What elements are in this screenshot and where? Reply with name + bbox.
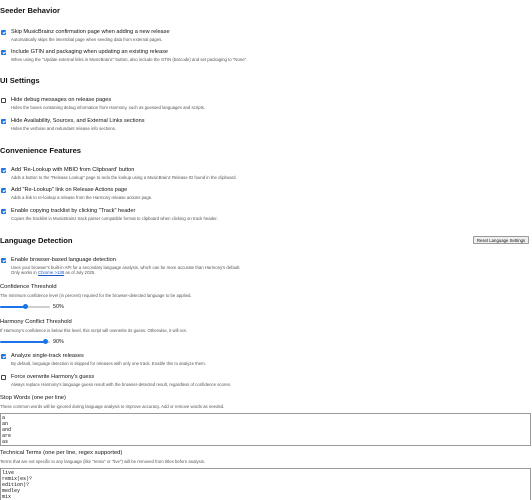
technical-terms-description: Terms that are not specific to any langu… (0, 459, 206, 464)
slider-thumb[interactable] (42, 338, 48, 344)
checkbox[interactable] (1, 168, 6, 173)
reset-language-settings-button[interactable]: Reset Language Settings (473, 236, 529, 244)
option-description: By default, language detection is skippe… (11, 361, 206, 366)
conflict-threshold-value: 90% (53, 339, 64, 345)
conflict-threshold-slider[interactable] (0, 338, 50, 344)
checkbox[interactable] (1, 354, 6, 359)
stop-words-textarea[interactable]: a an and are as (0, 413, 531, 446)
option-label[interactable]: Skip MusicBrainz confirmation page when … (11, 29, 170, 35)
option-description: Automatically skips the interstitial pag… (11, 37, 163, 42)
checkbox[interactable] (1, 30, 6, 35)
conflict-threshold-description: If Harmony's confidence is below this le… (0, 328, 187, 333)
option-label[interactable]: Add "Re-Lookup" link on Release Actions … (11, 187, 127, 193)
option-description: Hides the verbose and redundant release … (11, 126, 117, 131)
option-label[interactable]: Hide Availability, Sources, and External… (11, 118, 145, 124)
checkbox[interactable] (1, 50, 6, 55)
option-description: Adds a button to the "Release Lookup" pa… (11, 175, 237, 180)
confidence-threshold-value: 50% (53, 304, 64, 310)
option-label[interactable]: Include GTIN and packaging when updating… (11, 49, 168, 55)
slider-thumb[interactable] (22, 303, 28, 309)
note-suffix: as of July 2025. (64, 270, 96, 275)
slider-fill (0, 306, 25, 308)
technical-terms-textarea[interactable]: live remix(es)? edition)? medley mix (0, 468, 531, 500)
confidence-threshold-title: Confidence Threshold (0, 284, 57, 290)
option-label[interactable]: Hide debug messages on release pages (11, 97, 111, 103)
confidence-threshold-description: The minimum confidence level (in percent… (0, 293, 192, 298)
option-description: Copies the tracklist in MusicBrainz trac… (11, 216, 218, 221)
option-label[interactable]: Force overwrite Harmony's guess (11, 374, 94, 380)
checkbox[interactable] (1, 98, 6, 103)
section-title-ui: UI Settings (0, 76, 40, 85)
textarea-line: mix (2, 493, 12, 500)
confidence-threshold-slider[interactable] (0, 303, 50, 309)
checkbox[interactable] (1, 209, 6, 214)
chrome-link[interactable]: Chrome >138 (38, 270, 64, 275)
section-title-seeder: Seeder Behavior (0, 6, 60, 15)
checkbox[interactable] (1, 258, 6, 263)
option-description: Adds a link to re-lookup a release from … (11, 195, 153, 200)
option-description: Always replace Harmony's language guess … (11, 382, 232, 387)
option-label[interactable]: Enable browser-based language detection (11, 257, 116, 263)
checkbox[interactable] (1, 375, 6, 380)
section-title-language: Language Detection (0, 236, 73, 245)
option-description: When using the "Update external links in… (11, 57, 248, 62)
checkbox[interactable] (1, 119, 6, 124)
option-label[interactable]: Enable copying tracklist by clicking "Tr… (11, 208, 135, 214)
textarea-line: as (2, 438, 9, 445)
option-description: Hides the boxes containing debug informa… (11, 105, 206, 110)
option-label[interactable]: Analyze single-track releases (11, 353, 84, 359)
stop-words-title: Stop Words (one per line) (0, 395, 66, 401)
conflict-threshold-title: Harmony Conflict Threshold (0, 319, 72, 325)
option-label[interactable]: Add 'Re-Lookup with MBID from Clipboard'… (11, 167, 134, 173)
stop-words-description: These common words will be ignored durin… (0, 404, 225, 409)
technical-terms-title: Technical Terms (one per line, regex sup… (0, 450, 123, 456)
slider-fill (0, 341, 45, 343)
note-prefix: Only works in (11, 270, 38, 275)
section-title-convenience: Convenience Features (0, 146, 82, 155)
option-description-note: Only works in Chrome >138 as of July 202… (11, 270, 95, 275)
checkbox[interactable] (1, 188, 6, 193)
